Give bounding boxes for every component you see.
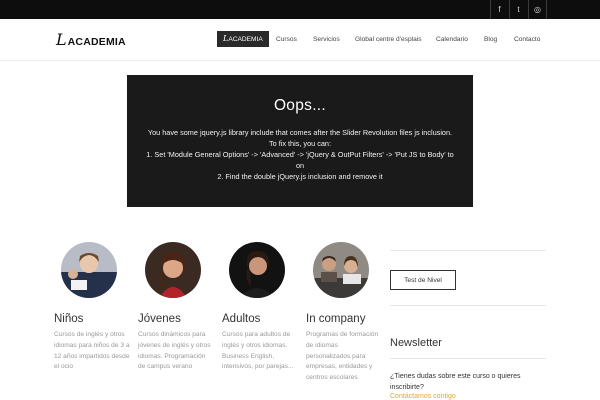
error-line-1: You have some jquery.js library include … <box>147 128 453 137</box>
card-photo <box>145 242 201 298</box>
sidebar-divider <box>390 305 546 306</box>
card-title: Adultos <box>222 313 261 325</box>
card-adultos[interactable]: Adultos Cursos para adultos de inglés y … <box>222 242 302 373</box>
test-de-nivel-button[interactable]: Test de Nivel <box>390 270 456 290</box>
nav-home[interactable]: LACADEMIA <box>217 31 269 47</box>
newsletter-question: ¿Tienes dudas sobre este curso o quieres… <box>390 373 521 391</box>
contact-link[interactable]: Contáctamos contigo <box>390 393 456 400</box>
logo-mark: L <box>56 30 67 49</box>
card-ninos[interactable]: Niños Cursos de inglés y otros idiomas p… <box>54 242 134 373</box>
card-title: In company <box>306 313 366 325</box>
error-line-3: 1. Set 'Module General Options' -> 'Adva… <box>146 150 454 159</box>
nav-item-contacto[interactable]: Contacto <box>514 32 540 48</box>
sidebar-divider <box>390 250 546 251</box>
card-title: Niños <box>54 313 84 325</box>
card-photo <box>313 242 369 298</box>
card-jovenes[interactable]: Jóvenes Cursos dinámicos para jóvenes de… <box>138 242 218 373</box>
nav-item-blog[interactable]: Blog <box>484 32 497 48</box>
card-text: Cursos para adultos de inglés y otros id… <box>222 331 294 371</box>
nav-item-calendario[interactable]: Calendario <box>436 32 468 48</box>
error-line-4: on <box>295 161 305 170</box>
card-in-company[interactable]: In company Programas de formación de idi… <box>306 242 386 384</box>
slider-error-box: Oops... You have some jquery.js library … <box>127 75 473 207</box>
card-photo <box>61 242 117 298</box>
logo-text: ACADEMIA <box>67 36 126 48</box>
nav-item-servicios[interactable]: Servicios <box>313 32 340 48</box>
facebook-icon[interactable]: f <box>490 0 508 19</box>
card-photo <box>229 242 285 298</box>
nav-home-text: ACADEMIA <box>228 36 263 43</box>
error-line-2: To fix this, you can: <box>268 139 332 148</box>
card-text: Programas de formación de idiomas person… <box>306 331 379 382</box>
error-title: Oops... <box>273 97 327 114</box>
card-title: Jóvenes <box>138 313 181 325</box>
instagram-icon[interactable]: ◎ <box>528 0 547 19</box>
top-bar: f t ◎ <box>0 0 600 19</box>
nav-item-cursos[interactable]: Cursos <box>276 32 297 48</box>
twitter-icon[interactable]: t <box>509 0 527 19</box>
newsletter-title: Newsletter <box>390 337 442 349</box>
site-logo[interactable]: L ACADEMIA <box>56 31 126 49</box>
nav-item-global-centre[interactable]: Global centre d'esplais <box>355 32 422 48</box>
site-header: L ACADEMIA LACADEMIA Cursos Servicios Gl… <box>0 19 600 61</box>
sidebar-divider <box>390 358 546 359</box>
card-text: Cursos de inglés y otros idiomas para ni… <box>54 331 130 371</box>
error-line-5: 2. Find the double jQuery.js inclusion a… <box>217 172 383 181</box>
card-text: Cursos dinámicos para jóvenes de inglés … <box>138 331 211 371</box>
